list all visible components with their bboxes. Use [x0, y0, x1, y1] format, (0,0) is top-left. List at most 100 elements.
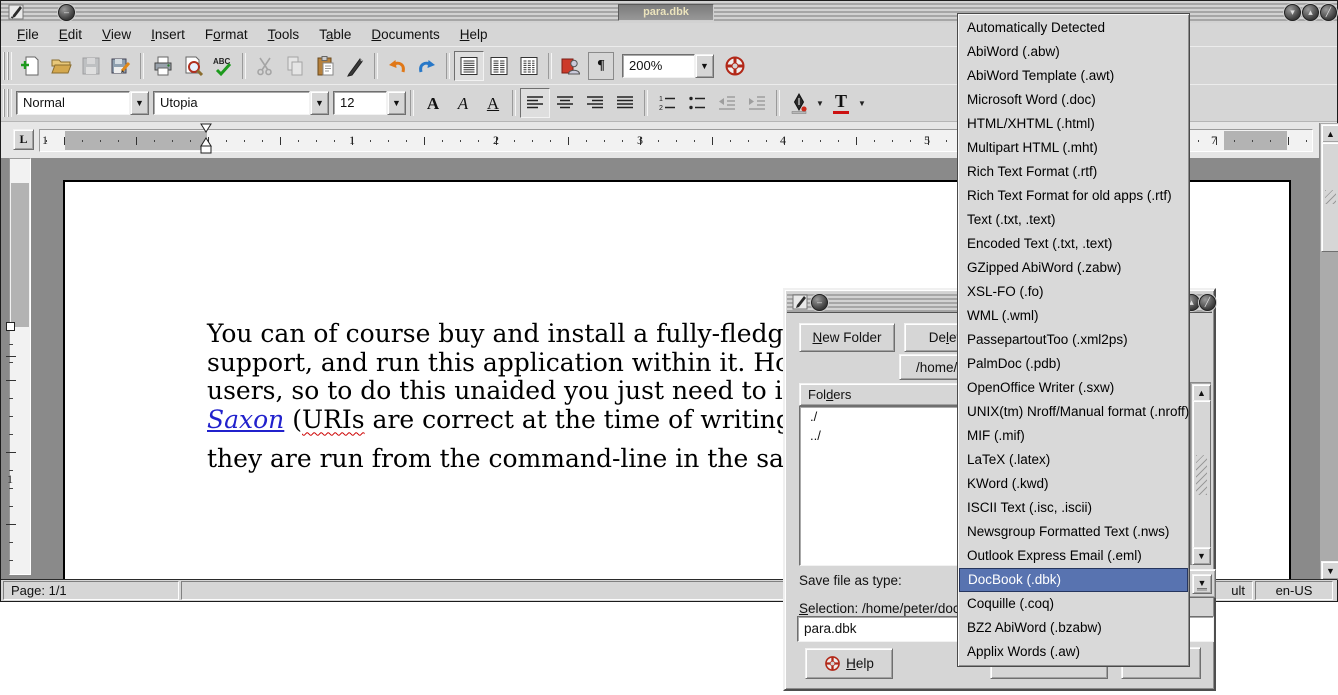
font-combo[interactable]: Utopia ▼ [153, 91, 329, 115]
font-size-combo[interactable]: 12 ▼ [333, 91, 406, 115]
file-type-option[interactable]: WML (.wml) [958, 304, 1189, 328]
file-type-option[interactable]: Automatically Detected [958, 16, 1189, 40]
font-color-dropdown-arrow[interactable]: ▼ [856, 90, 868, 116]
style-combo[interactable]: Normal ▼ [16, 91, 149, 115]
file-type-option[interactable]: Rich Text Format (.rtf) [958, 160, 1189, 184]
file-type-option[interactable]: ISCII Text (.isc, .iscii) [958, 496, 1189, 520]
zoom-combo[interactable]: 200% ▼ [622, 54, 714, 78]
align-right-button[interactable] [580, 88, 610, 118]
print-preview-button[interactable] [178, 51, 208, 81]
file-type-option[interactable]: Encoded Text (.txt, .text) [958, 232, 1189, 256]
highlight-color-dropdown-arrow[interactable]: ▼ [814, 90, 826, 116]
help-button[interactable] [720, 51, 750, 81]
toolbar-grip[interactable] [3, 89, 12, 117]
menu-view[interactable]: View [92, 25, 141, 44]
file-type-option-selected[interactable]: DocBook (.dbk) [959, 568, 1188, 592]
file-type-option[interactable]: Coquille (.coq) [958, 592, 1189, 616]
file-type-option[interactable]: UNIX(tm) Nroff/Manual format (.nroff) [958, 400, 1189, 424]
bold-button[interactable]: A [418, 88, 448, 118]
zoom-value[interactable]: 200% [622, 54, 695, 78]
style-value[interactable]: Normal [16, 91, 130, 115]
dialog-window-menu-button[interactable]: – [811, 294, 828, 311]
insert-image-button[interactable] [556, 51, 586, 81]
scroll-up-arrow[interactable]: ▲ [1321, 124, 1338, 143]
file-type-option[interactable]: Multipart HTML (.mht) [958, 136, 1189, 160]
file-type-option[interactable]: PalmDoc (.pdb) [958, 352, 1189, 376]
zoom-dropdown-arrow[interactable]: ▼ [695, 54, 714, 78]
file-type-option[interactable]: Microsoft Word (.doc) [958, 88, 1189, 112]
file-type-option[interactable]: AbiWord Template (.awt) [958, 64, 1189, 88]
close-button[interactable]: ╱ [1320, 4, 1337, 21]
view-three-columns-button[interactable] [514, 51, 544, 81]
print-button[interactable] [148, 51, 178, 81]
stylus-button[interactable] [340, 51, 370, 81]
file-type-option[interactable]: Newsgroup Formatted Text (.nws) [958, 520, 1189, 544]
minimize-button[interactable]: ▾ [1284, 4, 1301, 21]
vertical-scrollbar[interactable]: ▲ ▼ [1319, 123, 1338, 579]
menu-documents[interactable]: Documents [361, 25, 449, 44]
file-type-option[interactable]: LaTeX (.latex) [958, 448, 1189, 472]
underline-button[interactable]: A [478, 88, 508, 118]
file-type-dropdown-arrow[interactable]: ▼ [1192, 574, 1212, 594]
files-scroll-down-arrow[interactable]: ▼ [1192, 547, 1211, 565]
view-two-columns-button[interactable] [484, 51, 514, 81]
file-type-option[interactable]: AbiWord (.abw) [958, 40, 1189, 64]
menu-help[interactable]: Help [450, 25, 498, 44]
font-dropdown-arrow[interactable]: ▼ [310, 91, 329, 115]
italic-button[interactable]: A [448, 88, 478, 118]
view-one-column-button[interactable] [454, 51, 484, 81]
file-type-option[interactable]: Outlook Express Email (.eml) [958, 544, 1189, 568]
saxon-hyperlink[interactable]: Saxon [207, 405, 284, 434]
menu-file[interactable]: File [7, 25, 49, 44]
font-size-dropdown-arrow[interactable]: ▼ [387, 91, 406, 115]
show-paragraphs-button[interactable]: ¶ [588, 52, 614, 80]
file-type-option[interactable]: BZ2 AbiWord (.bzabw) [958, 616, 1189, 640]
bullet-list-button[interactable] [682, 88, 712, 118]
file-type-option[interactable]: PassepartoutToo (.xml2ps) [958, 328, 1189, 352]
save-as-button[interactable] [106, 51, 136, 81]
toolbar-grip[interactable] [3, 52, 12, 80]
menu-insert[interactable]: Insert [141, 25, 195, 44]
file-type-option[interactable]: KWord (.kwd) [958, 472, 1189, 496]
font-color-button[interactable]: T [826, 88, 856, 118]
menu-table[interactable]: Table [309, 25, 361, 44]
align-justify-button[interactable] [610, 88, 640, 118]
new-folder-button[interactable]: New Folder [799, 323, 895, 352]
language-indicator[interactable]: en-US [1255, 581, 1333, 600]
font-size-value[interactable]: 12 [333, 91, 387, 115]
file-type-option[interactable]: MIF (.mif) [958, 424, 1189, 448]
font-value[interactable]: Utopia [153, 91, 310, 115]
file-type-option[interactable]: HTML/XHTML (.html) [958, 112, 1189, 136]
file-type-option[interactable]: GZipped AbiWord (.zabw) [958, 256, 1189, 280]
maximize-button[interactable]: ▴ [1302, 4, 1319, 21]
dialog-help-button[interactable]: Help [805, 648, 893, 679]
highlight-color-button[interactable] [784, 88, 814, 118]
redo-button[interactable] [412, 51, 442, 81]
window-menu-button[interactable]: – [58, 4, 75, 21]
menu-tools[interactable]: Tools [258, 25, 310, 44]
scrollbar-thumb[interactable] [1321, 142, 1338, 252]
scroll-down-arrow[interactable]: ▼ [1321, 561, 1338, 580]
indent-markers[interactable] [198, 123, 214, 157]
margin-handle[interactable] [6, 322, 15, 331]
dialog-close-button[interactable]: ╱ [1199, 294, 1216, 311]
align-left-button[interactable] [520, 88, 550, 118]
file-type-option[interactable]: OpenOffice Writer (.sxw) [958, 376, 1189, 400]
spell-check-button[interactable]: ABC [208, 51, 238, 81]
tab-selector-button[interactable]: L [13, 129, 34, 150]
style-dropdown-arrow[interactable]: ▼ [130, 91, 149, 115]
undo-button[interactable] [382, 51, 412, 81]
paste-button[interactable] [310, 51, 340, 81]
menu-format[interactable]: Format [195, 25, 258, 44]
new-document-button[interactable] [16, 51, 46, 81]
file-type-option[interactable]: Rich Text Format for old apps (.rtf) [958, 184, 1189, 208]
open-button[interactable] [46, 51, 76, 81]
menu-edit[interactable]: Edit [49, 25, 92, 44]
files-scrollbar-thumb[interactable] [1192, 400, 1211, 549]
file-type-option[interactable]: XSL-FO (.fo) [958, 280, 1189, 304]
align-center-button[interactable] [550, 88, 580, 118]
numbered-list-button[interactable]: 1 2 [652, 88, 682, 118]
file-type-option[interactable]: Applix Words (.aw) [958, 640, 1189, 664]
files-list-scrollbar[interactable]: ▲ ▼ [1190, 382, 1211, 565]
file-type-option[interactable]: Text (.txt, .text) [958, 208, 1189, 232]
